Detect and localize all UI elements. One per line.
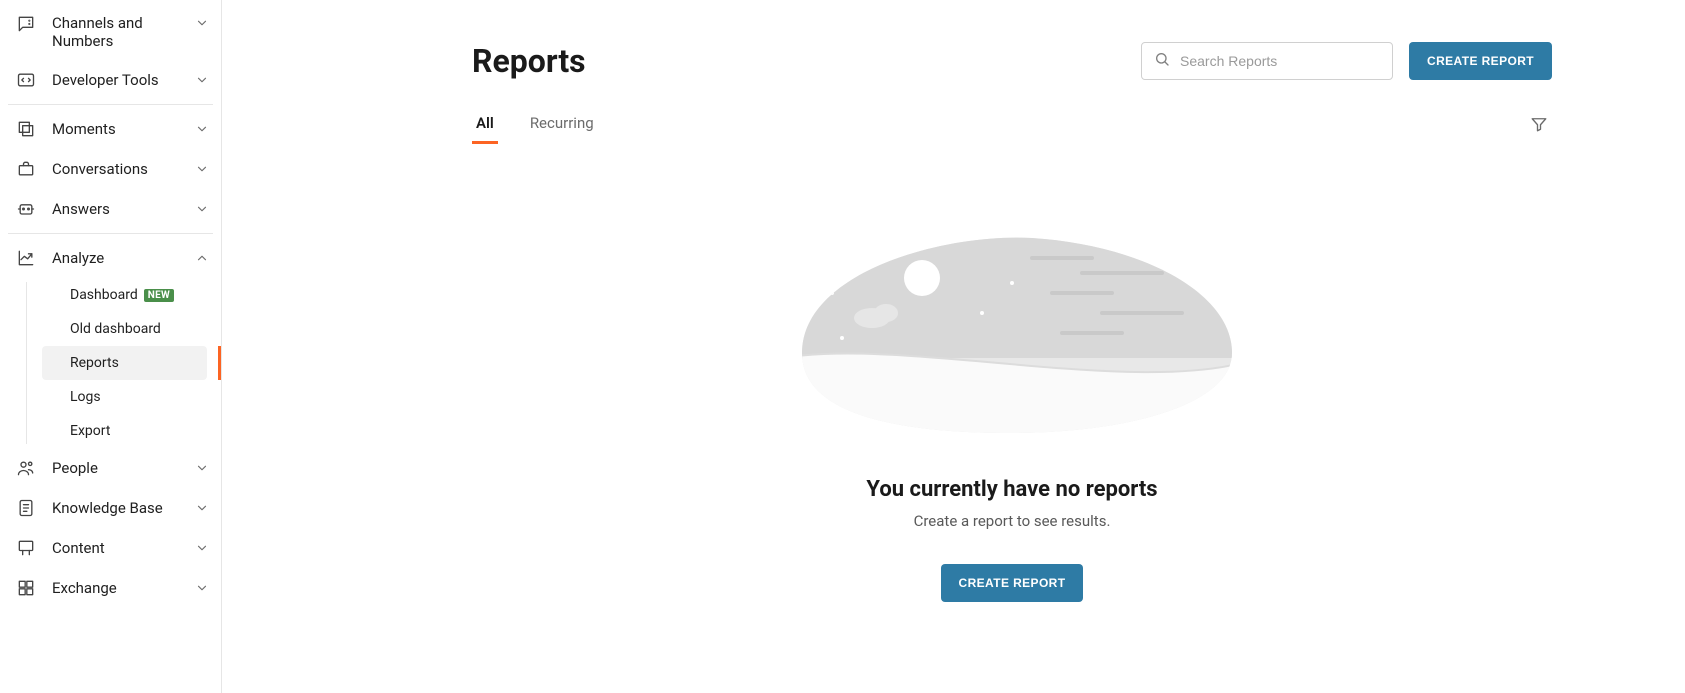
layers-icon [16,119,36,139]
subitem-label: Dashboard [70,287,138,303]
sidebar-item-knowledge-base[interactable]: Knowledge Base [0,488,221,528]
main-content: Reports CREATE REPORT All Recurring [222,0,1685,693]
grid-icon [16,578,36,598]
subitem-dashboard[interactable]: Dashboard NEW [42,278,207,312]
subitem-reports[interactable]: Reports [42,346,207,380]
sidebar-item-analyze[interactable]: Analyze [0,238,221,278]
empty-title: You currently have no reports [472,477,1552,502]
document-icon [16,498,36,518]
sidebar-item-label: People [52,459,179,477]
sidebar-item-channels[interactable]: Channels and Numbers [0,4,221,60]
tab-all[interactable]: All [472,108,498,144]
empty-create-report-button[interactable]: CREATE REPORT [941,564,1084,602]
chevron-down-icon [195,122,209,136]
tab-recurring[interactable]: Recurring [526,108,598,144]
subitem-logs[interactable]: Logs [42,380,207,414]
chat-bubble-icon [16,14,36,34]
empty-subtitle: Create a report to see results. [472,512,1552,530]
chevron-down-icon [195,202,209,216]
chevron-down-icon [195,581,209,595]
sidebar-item-content[interactable]: Content [0,528,221,568]
briefcase-icon [16,159,36,179]
chevron-down-icon [195,541,209,555]
search-icon [1154,51,1170,71]
filter-button[interactable] [1526,111,1552,141]
chevron-down-icon [195,461,209,475]
subitem-label: Reports [70,355,119,371]
chevron-down-icon [195,16,209,30]
sidebar-item-exchange[interactable]: Exchange [0,568,221,608]
tabs: All Recurring [472,108,1552,145]
sidebar-item-label: Answers [52,200,179,218]
sidebar-item-developer-tools[interactable]: Developer Tools [0,60,221,100]
people-icon [16,458,36,478]
create-report-button[interactable]: CREATE REPORT [1409,42,1552,80]
empty-illustration-icon [782,223,1242,447]
sidebar-item-label: Developer Tools [52,71,179,89]
code-icon [16,70,36,90]
empty-state: You currently have no reports Create a r… [472,153,1552,602]
bot-icon [16,199,36,219]
divider [8,233,213,234]
page-header: Reports CREATE REPORT [472,42,1552,80]
sidebar: Channels and Numbers Developer Tools Mom… [0,0,222,693]
page-title: Reports [472,42,1125,80]
sidebar-item-label: Moments [52,120,179,138]
sidebar-item-moments[interactable]: Moments [0,109,221,149]
analyze-submenu: Dashboard NEW Old dashboard Reports Logs… [26,278,221,448]
chevron-down-icon [195,73,209,87]
new-badge: NEW [144,289,174,302]
search-input[interactable] [1180,53,1380,69]
subitem-old-dashboard[interactable]: Old dashboard [42,312,207,346]
chevron-down-icon [195,501,209,515]
sidebar-item-conversations[interactable]: Conversations [0,149,221,189]
sidebar-item-label: Conversations [52,160,179,178]
sidebar-item-label: Channels and Numbers [52,14,179,50]
sidebar-item-label: Content [52,539,179,557]
sidebar-item-label: Knowledge Base [52,499,179,517]
billboard-icon [16,538,36,558]
subitem-label: Logs [70,389,101,405]
search-field[interactable] [1141,42,1393,80]
subitem-label: Old dashboard [70,321,161,337]
sidebar-item-label: Exchange [52,579,179,597]
sidebar-item-people[interactable]: People [0,448,221,488]
sidebar-item-answers[interactable]: Answers [0,189,221,229]
sidebar-item-label: Analyze [52,249,179,267]
subitem-export[interactable]: Export [42,414,207,448]
chevron-down-icon [195,162,209,176]
divider [8,104,213,105]
chart-line-icon [16,248,36,268]
filter-icon [1530,118,1548,137]
subitem-label: Export [70,423,110,439]
chevron-up-icon [195,251,209,265]
